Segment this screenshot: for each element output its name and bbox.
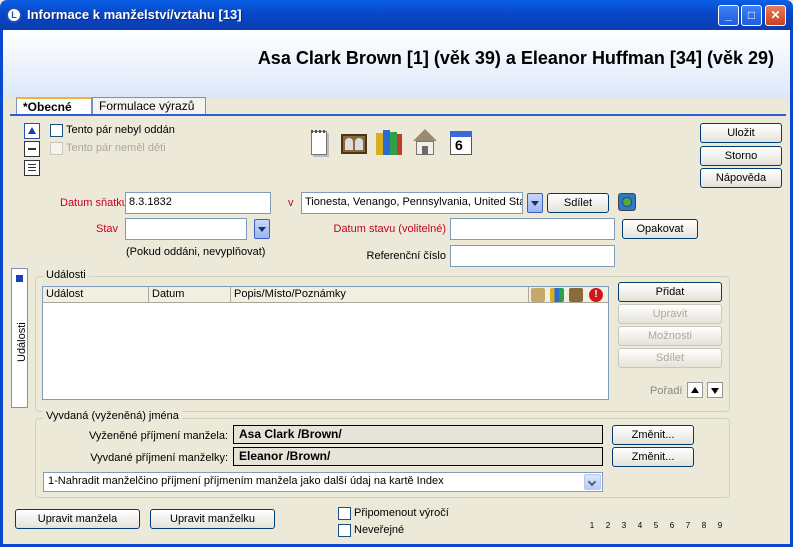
separator-icon[interactable] bbox=[24, 141, 40, 157]
status-label: Stav bbox=[95, 223, 118, 235]
change-wife-surname-button[interactable]: Změnit... bbox=[612, 447, 694, 467]
events-side-tab[interactable]: Události bbox=[11, 268, 28, 408]
page-number[interactable]: 7 bbox=[681, 521, 695, 530]
column-sources-icon bbox=[550, 288, 564, 302]
save-button[interactable]: Uložit bbox=[700, 123, 782, 143]
private-checkbox[interactable] bbox=[338, 524, 351, 537]
repeat-button[interactable]: Opakovat bbox=[622, 219, 698, 239]
place-in-label: v bbox=[288, 197, 294, 209]
page-number[interactable]: 2 bbox=[601, 521, 615, 530]
page-number[interactable]: 3 bbox=[617, 521, 631, 530]
place-input[interactable]: Tionesta, Venango, Pennsylvania, United … bbox=[301, 192, 523, 214]
surname-option-value: 1-Nahradit manželčino příjmení příjmením… bbox=[48, 475, 444, 487]
not-married-checkbox[interactable] bbox=[50, 124, 63, 137]
column-media-icon bbox=[531, 288, 545, 302]
page-number[interactable]: 4 bbox=[633, 521, 647, 530]
notes-icon[interactable] bbox=[305, 129, 333, 157]
column-date[interactable]: Datum bbox=[149, 287, 231, 303]
add-event-button[interactable]: Přidat bbox=[618, 282, 722, 302]
wife-surname-label: Vyvdané příjmení manželky: bbox=[90, 452, 228, 464]
page-number[interactable]: 6 bbox=[665, 521, 679, 530]
tab-strip-divider bbox=[10, 114, 786, 116]
private-label: Neveřejné bbox=[354, 524, 405, 536]
reference-input[interactable] bbox=[450, 245, 615, 267]
page-number[interactable]: 1 bbox=[585, 521, 599, 530]
no-children-checkbox[interactable] bbox=[50, 142, 63, 155]
edit-event-button[interactable]: Upravit bbox=[618, 304, 722, 324]
cancel-button[interactable]: Storno bbox=[700, 146, 782, 166]
marriage-date-label: Datum sňatku bbox=[60, 197, 128, 209]
window-title: Informace k manželství/vztahu [13] bbox=[27, 7, 242, 22]
help-button[interactable]: Nápověda bbox=[700, 168, 782, 188]
event-options-button[interactable]: Možnosti bbox=[618, 326, 722, 346]
minimize-icon[interactable]: _ bbox=[718, 5, 739, 26]
tab-phrasing[interactable]: Formulace výrazů bbox=[92, 97, 206, 115]
events-side-tab-label: Události bbox=[16, 322, 28, 362]
title-bar[interactable]: L Informace k manželství/vztahu [13] _ □… bbox=[0, 0, 793, 30]
couple-names: Asa Clark Brown [1] (věk 39) a Eleanor H… bbox=[257, 48, 774, 68]
media-icon[interactable] bbox=[340, 130, 368, 158]
tab-general[interactable]: *Obecné bbox=[16, 97, 92, 115]
order-down-icon[interactable] bbox=[707, 382, 723, 398]
move-up-icon[interactable] bbox=[24, 123, 40, 139]
surname-option-select[interactable]: 1-Nahradit manželčino příjmení příjmením… bbox=[43, 472, 603, 492]
status-date-label: Datum stavu (volitelné) bbox=[333, 223, 447, 235]
page-number[interactable]: 8 bbox=[697, 521, 711, 530]
names-legend: Vyvdaná (vyženěná) jména bbox=[43, 410, 182, 422]
side-tab-marker-icon bbox=[16, 275, 23, 282]
maximize-icon[interactable]: □ bbox=[741, 5, 762, 26]
events-list-header: Událost Datum Popis/Místo/Poznámky ! bbox=[43, 287, 608, 303]
globe-icon[interactable] bbox=[618, 193, 636, 211]
page-number[interactable]: 9 bbox=[713, 521, 727, 530]
status-dropdown-icon[interactable] bbox=[254, 219, 270, 239]
no-children-label: Tento pár neměl děti bbox=[66, 142, 166, 154]
header-panel: Asa Clark Brown [1] (věk 39) a Eleanor H… bbox=[3, 30, 790, 98]
status-date-input[interactable] bbox=[450, 218, 615, 240]
address-home-icon[interactable] bbox=[411, 129, 439, 157]
list-icon[interactable] bbox=[24, 160, 40, 176]
marriage-date-input[interactable]: 8.3.1832 bbox=[125, 192, 271, 214]
wife-surname-value: Eleanor /Brown/ bbox=[233, 447, 603, 466]
events-list[interactable]: Událost Datum Popis/Místo/Poznámky ! bbox=[42, 286, 609, 400]
remind-anniversary-checkbox[interactable] bbox=[338, 507, 351, 520]
edit-husband-button[interactable]: Upravit manžela bbox=[15, 509, 140, 529]
order-up-icon[interactable] bbox=[687, 382, 703, 398]
share-place-button[interactable]: Sdílet bbox=[547, 193, 609, 213]
app-logo-icon: L bbox=[6, 7, 22, 23]
status-hint: (Pokud oddáni, nevyplňovat) bbox=[126, 246, 266, 258]
page-number[interactable]: 5 bbox=[649, 521, 663, 530]
remind-anniversary-label: Připomenout výročí bbox=[354, 507, 449, 519]
change-husband-surname-button[interactable]: Změnit... bbox=[612, 425, 694, 445]
share-event-button[interactable]: Sdílet bbox=[618, 348, 722, 368]
column-alert-icon: ! bbox=[589, 288, 603, 302]
not-married-label: Tento pár nebyl oddán bbox=[66, 124, 175, 136]
edit-wife-button[interactable]: Upravit manželku bbox=[150, 509, 275, 529]
close-icon[interactable]: ✕ bbox=[765, 5, 786, 26]
husband-surname-label: Vyženěné příjmení manžela: bbox=[89, 430, 228, 442]
place-dropdown-icon[interactable] bbox=[527, 193, 543, 213]
status-input[interactable] bbox=[125, 218, 247, 240]
events-legend: Události bbox=[43, 269, 89, 281]
reference-label: Referenční číslo bbox=[366, 250, 446, 262]
column-event[interactable]: Událost bbox=[43, 287, 149, 303]
column-description[interactable]: Popis/Místo/Poznámky bbox=[231, 287, 529, 303]
husband-surname-value: Asa Clark /Brown/ bbox=[233, 425, 603, 444]
sources-books-icon[interactable] bbox=[375, 128, 403, 156]
chevron-down-icon[interactable] bbox=[584, 474, 601, 490]
column-picture-icon bbox=[569, 288, 583, 302]
calendar-icon[interactable]: 6 bbox=[447, 129, 475, 157]
order-label: Pořadí bbox=[650, 385, 683, 397]
